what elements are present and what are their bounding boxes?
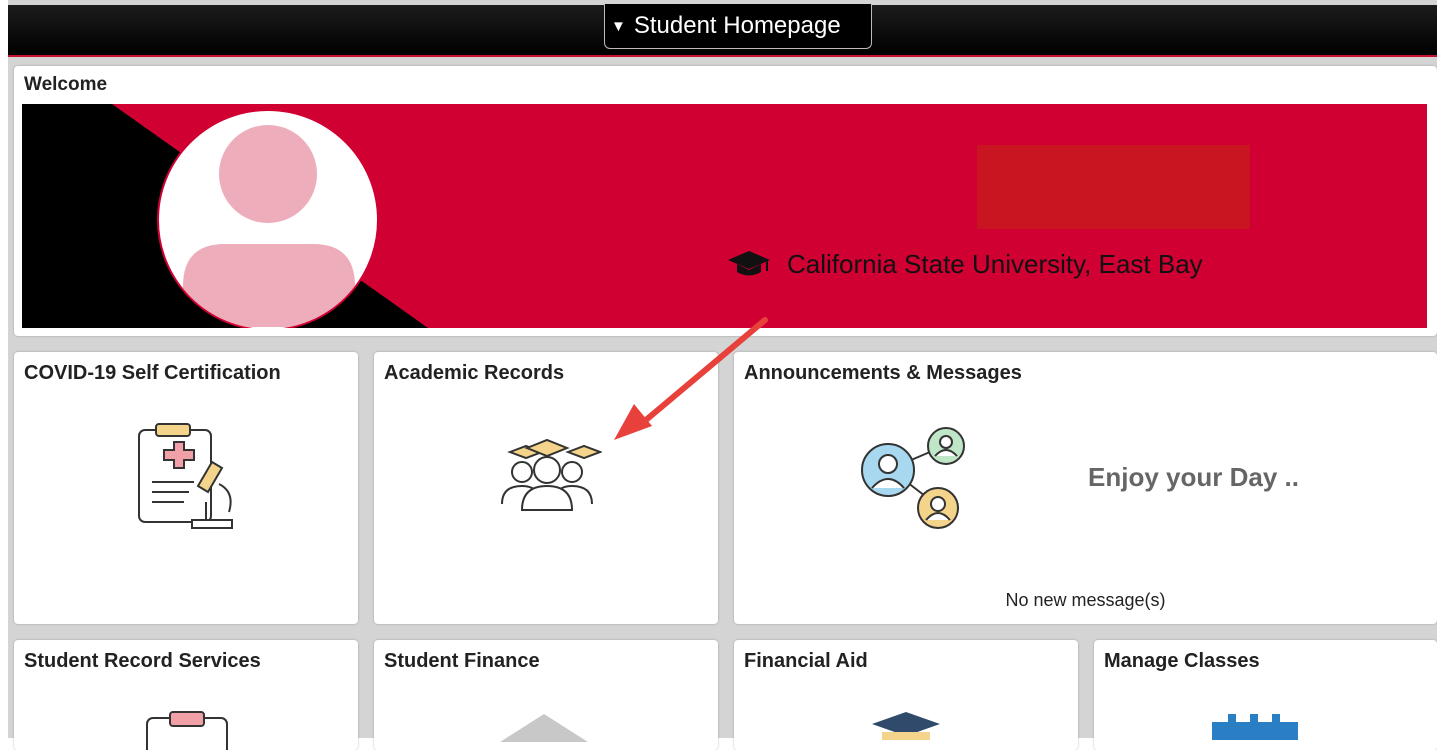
graduates-icon (501, 438, 602, 511)
tile-academic-records[interactable]: Academic Records (374, 352, 718, 624)
caret-down-icon: ▼ (611, 17, 626, 35)
tile-title: Announcements & Messages (744, 362, 1022, 384)
homepage-selector[interactable]: ▼ Student Homepage (604, 4, 872, 49)
tile-title: Manage Classes (1104, 650, 1260, 672)
calendar-icon (1212, 714, 1298, 740)
clipboard-microscope-icon (138, 423, 233, 529)
avatar[interactable] (157, 109, 379, 328)
tile-title: COVID-19 Self Certification (24, 362, 281, 384)
tile-student-finance[interactable]: Student Finance (374, 640, 718, 750)
tile-title: Financial Aid (744, 650, 868, 672)
user-icon (183, 125, 355, 327)
graduation-cap-icon (872, 712, 940, 740)
tile-manage-classes[interactable]: Manage Classes (1094, 640, 1437, 750)
school-name: California State University, East Bay (787, 248, 1203, 279)
clipboard-icon (146, 711, 228, 750)
announcement-message: Enjoy your Day .. (1088, 462, 1299, 492)
welcome-title: Welcome (24, 74, 108, 95)
homepage-selector-label: Student Homepage (633, 12, 841, 39)
graduation-cap-icon (728, 251, 770, 276)
tile-title: Academic Records (384, 362, 565, 384)
tile-covid-self-certification[interactable]: COVID-19 Self Certification (14, 352, 358, 624)
tile-title: Student Finance (384, 650, 540, 672)
school-info: California State University, East Bay (727, 244, 1203, 284)
tile-student-record-services[interactable]: Student Record Services (14, 640, 358, 750)
tile-title: Student Record Services (24, 650, 261, 672)
welcome-banner: California State University, East Bay (22, 104, 1427, 328)
tile-announcements-messages[interactable]: Announcements & Messages Enjoy your Day … (734, 352, 1437, 624)
tile-financial-aid[interactable]: Financial Aid (734, 640, 1078, 750)
people-network-icon (861, 427, 965, 529)
welcome-panel: Welcome California State University, Eas… (14, 66, 1437, 336)
redacted-name (977, 145, 1250, 229)
message-status: No new message(s) (1005, 590, 1166, 610)
